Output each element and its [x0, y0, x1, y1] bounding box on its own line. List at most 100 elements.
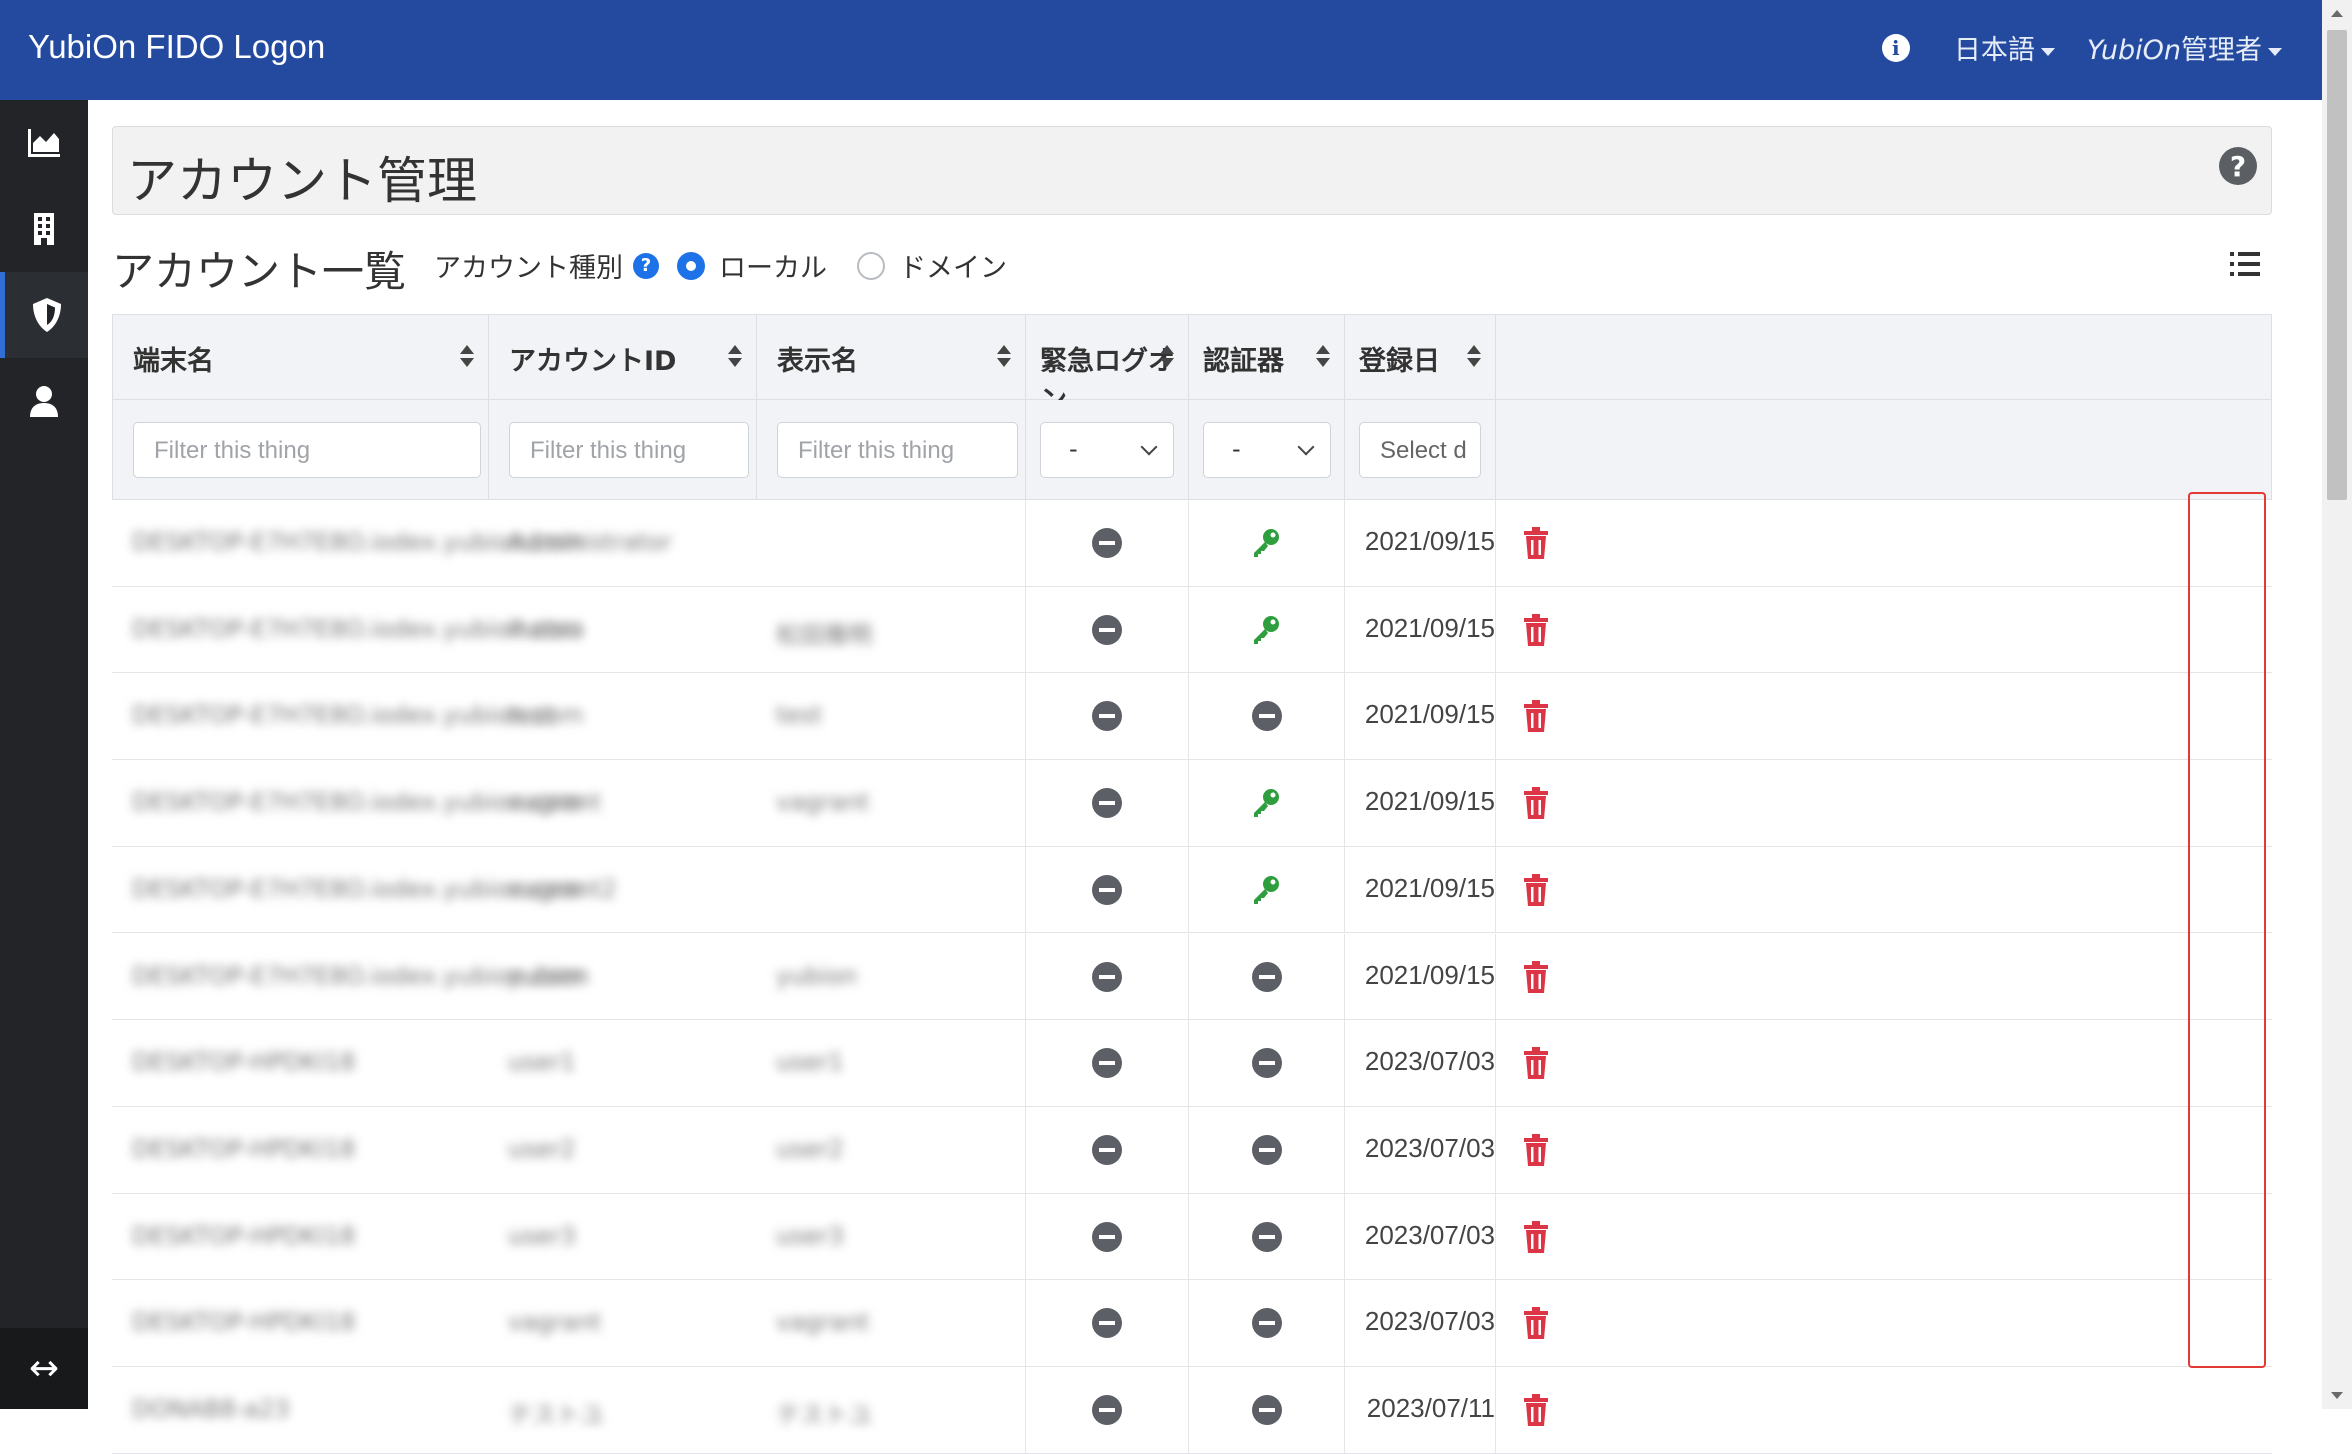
- column-label: アカウントID: [509, 346, 677, 377]
- column-header-account-id[interactable]: アカウントID: [489, 315, 757, 401]
- trash-icon[interactable]: [1522, 960, 1550, 994]
- sort-icon[interactable]: [1316, 345, 1330, 369]
- trash-icon[interactable]: [1522, 1393, 1550, 1427]
- table-row[interactable]: DESKTOP-E7H7E8O.iodex.yubion.com vagrant2…: [112, 846, 2272, 934]
- trash-icon[interactable]: [1522, 613, 1550, 647]
- registered-date: 2021/09/15: [1364, 872, 1495, 903]
- terminal-name: DESKTOP-HPDKI18: [132, 1134, 356, 1163]
- radio-domain-label[interactable]: ドメイン: [899, 246, 1007, 285]
- authenticator-none-icon: [1252, 1308, 1282, 1339]
- table-row[interactable]: DESKTOP-E7H7E8O.iodex.yubion.com vagrant v…: [112, 760, 2272, 847]
- area-chart-icon: [28, 129, 60, 157]
- scroll-up-icon[interactable]: [2331, 10, 2343, 17]
- sort-icon[interactable]: [1467, 345, 1481, 369]
- filter-terminal-input[interactable]: Filter this thing: [133, 422, 481, 478]
- display-name: テストユ: [776, 1401, 872, 1429]
- sidebar-toggle[interactable]: ↔: [0, 1328, 88, 1409]
- table-row[interactable]: DESKTOP-HPDKI18 user3 user3 2023/07/03: [112, 1193, 2272, 1281]
- chevron-down-icon: [1297, 438, 1315, 456]
- trash-icon[interactable]: [1522, 1220, 1550, 1254]
- radio-local-label[interactable]: ローカル: [719, 246, 827, 285]
- filter-display-input[interactable]: Filter this thing: [777, 422, 1018, 478]
- table-row[interactable]: DESKTOP-E7H7E8O.iodex.yubion.com Administ…: [112, 500, 2272, 587]
- filter-cell: Select d: [1345, 400, 1496, 500]
- language-dropdown[interactable]: 日本語: [1954, 28, 2055, 67]
- sidebar: ↔: [0, 100, 88, 1409]
- filter-cell: Filter this thing: [113, 400, 489, 500]
- column-header-authenticator[interactable]: 認証器: [1189, 315, 1345, 401]
- trash-icon[interactable]: [1522, 699, 1550, 733]
- key-icon: [1249, 526, 1283, 560]
- emergency-none-icon: [1092, 614, 1122, 645]
- trash-icon[interactable]: [1522, 786, 1550, 820]
- table-row[interactable]: DESKTOP-E7H7E8O.iodex.yubion.com test test…: [112, 673, 2272, 761]
- trash-icon[interactable]: [1522, 873, 1550, 907]
- filter-authenticator-select[interactable]: -: [1203, 422, 1331, 478]
- account-id: test: [508, 701, 555, 730]
- registered-date: 2023/07/03: [1364, 1306, 1495, 1337]
- table-row[interactable]: DESKTOP-HPDKI18 vagrant vagrant 2023/07/03: [112, 1280, 2272, 1367]
- emergency-none-icon: [1092, 528, 1122, 558]
- sort-icon[interactable]: [997, 345, 1011, 369]
- sort-icon[interactable]: [460, 345, 474, 369]
- filter-account-input[interactable]: Filter this thing: [509, 422, 749, 478]
- emergency-none-icon: [1092, 701, 1122, 732]
- emergency-none-icon: [1092, 1395, 1122, 1425]
- radio-domain[interactable]: [857, 251, 885, 280]
- chevron-down-icon: [1140, 438, 1158, 456]
- display-name: vagrant: [776, 1308, 870, 1337]
- shield-icon: [32, 298, 61, 332]
- column-header-registered-date[interactable]: 登録日: [1345, 315, 1496, 401]
- key-icon: [1249, 786, 1283, 820]
- column-header-display-name[interactable]: 表示名: [757, 315, 1026, 401]
- account-id: vagrant: [508, 1308, 602, 1337]
- table-row[interactable]: DESKTOP-E7H7E8O.iodex.yubion.com yubion yu…: [112, 933, 2272, 1021]
- expand-horizontal-icon: ↔: [28, 1348, 60, 1389]
- scroll-down-icon[interactable]: [2331, 1392, 2343, 1399]
- column-label: 表示名: [777, 346, 858, 377]
- table-row[interactable]: DONAB8-a23 テストユ テストユ 2023/07/11: [112, 1367, 2272, 1454]
- column-header-terminal[interactable]: 端末名: [113, 315, 489, 401]
- sidebar-item-dashboard[interactable]: [0, 100, 88, 186]
- sort-icon[interactable]: [728, 345, 742, 369]
- filter-cell: -: [1189, 400, 1345, 500]
- trash-icon[interactable]: [1522, 1306, 1550, 1340]
- radio-local[interactable]: [677, 251, 705, 280]
- info-icon[interactable]: i: [1881, 33, 1910, 62]
- key-icon: [1249, 613, 1283, 647]
- terminal-name: DONAB8-a23: [132, 1395, 290, 1423]
- select-value: -: [1232, 435, 1241, 463]
- display-name: vagrant: [776, 788, 870, 817]
- display-name: user3: [776, 1221, 844, 1250]
- section-title: アカウント一覧: [112, 247, 407, 296]
- scroll-thumb[interactable]: [2327, 30, 2347, 500]
- sort-icon[interactable]: [1160, 345, 1174, 369]
- table-row[interactable]: DESKTOP-HPDKI18 user2 user2 2023/07/03: [112, 1106, 2272, 1194]
- sidebar-item-organization[interactable]: [0, 186, 88, 272]
- authenticator-none-icon: [1252, 961, 1282, 992]
- filter-date-input[interactable]: Select d: [1359, 422, 1481, 478]
- filter-emergency-select[interactable]: -: [1040, 422, 1174, 478]
- trash-icon[interactable]: [1522, 526, 1550, 560]
- account-id: yubion: [508, 961, 590, 990]
- trash-icon[interactable]: [1522, 1133, 1550, 1167]
- account-id: user2: [508, 1134, 576, 1163]
- sidebar-item-security[interactable]: [0, 272, 88, 358]
- table-row[interactable]: DESKTOP-HPDKI18 user1 user1 2023/07/03: [112, 1020, 2272, 1107]
- trash-icon[interactable]: [1522, 1046, 1550, 1080]
- user-menu[interactable]: YubiOn管理者: [2087, 28, 2282, 67]
- table-row[interactable]: DESKTOP-E7H7E8O.iodex.yubion.com ihatsu 松田…: [112, 586, 2272, 674]
- authenticator-none-icon: [1252, 701, 1282, 732]
- display-name: test: [776, 701, 823, 730]
- help-icon[interactable]: ?: [2219, 147, 2257, 185]
- registered-date: 2021/09/15: [1364, 959, 1495, 990]
- authenticator-none-icon: [1252, 1221, 1282, 1252]
- brand-title[interactable]: YubiOn FIDO Logon: [28, 28, 325, 66]
- account-id: Administrator: [508, 528, 672, 556]
- sidebar-item-accounts[interactable]: [0, 358, 88, 444]
- column-header-emergency-logon[interactable]: 緊急ログオン: [1026, 315, 1189, 416]
- column-list-icon[interactable]: [2230, 252, 2260, 278]
- question-icon[interactable]: ?: [633, 252, 659, 279]
- vertical-scrollbar[interactable]: [2322, 0, 2352, 1409]
- authenticator-none-icon: [1252, 1048, 1282, 1079]
